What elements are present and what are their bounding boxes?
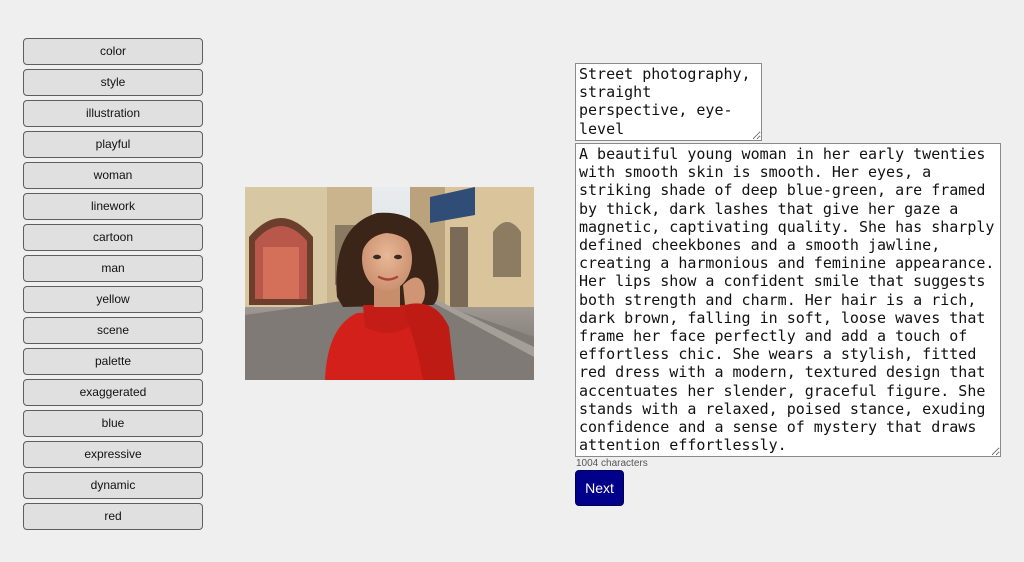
tag-button-playful[interactable]: playful bbox=[23, 131, 203, 158]
character-count: 1004 characters bbox=[576, 458, 648, 469]
tag-button-expressive[interactable]: expressive bbox=[23, 441, 203, 468]
tag-button-dynamic[interactable]: dynamic bbox=[23, 472, 203, 499]
tag-button-list: color style illustration playful woman l… bbox=[23, 38, 203, 534]
tag-button-man[interactable]: man bbox=[23, 255, 203, 282]
tag-button-color[interactable]: color bbox=[23, 38, 203, 65]
next-button[interactable]: Next bbox=[575, 470, 624, 506]
tag-button-palette[interactable]: palette bbox=[23, 348, 203, 375]
tag-button-linework[interactable]: linework bbox=[23, 193, 203, 220]
tag-button-blue[interactable]: blue bbox=[23, 410, 203, 437]
style-prompt-textarea[interactable]: Street photography, straight perspective… bbox=[575, 63, 762, 141]
tag-button-illustration[interactable]: illustration bbox=[23, 100, 203, 127]
tag-button-style[interactable]: style bbox=[23, 69, 203, 96]
tag-button-scene[interactable]: scene bbox=[23, 317, 203, 344]
tag-button-red[interactable]: red bbox=[23, 503, 203, 530]
portrait-photo bbox=[245, 187, 534, 380]
tag-button-exaggerated[interactable]: exaggerated bbox=[23, 379, 203, 406]
description-textarea[interactable]: A beautiful young woman in her early twe… bbox=[575, 143, 1001, 457]
tag-button-woman[interactable]: woman bbox=[23, 162, 203, 189]
tag-button-cartoon[interactable]: cartoon bbox=[23, 224, 203, 251]
tag-button-yellow[interactable]: yellow bbox=[23, 286, 203, 313]
